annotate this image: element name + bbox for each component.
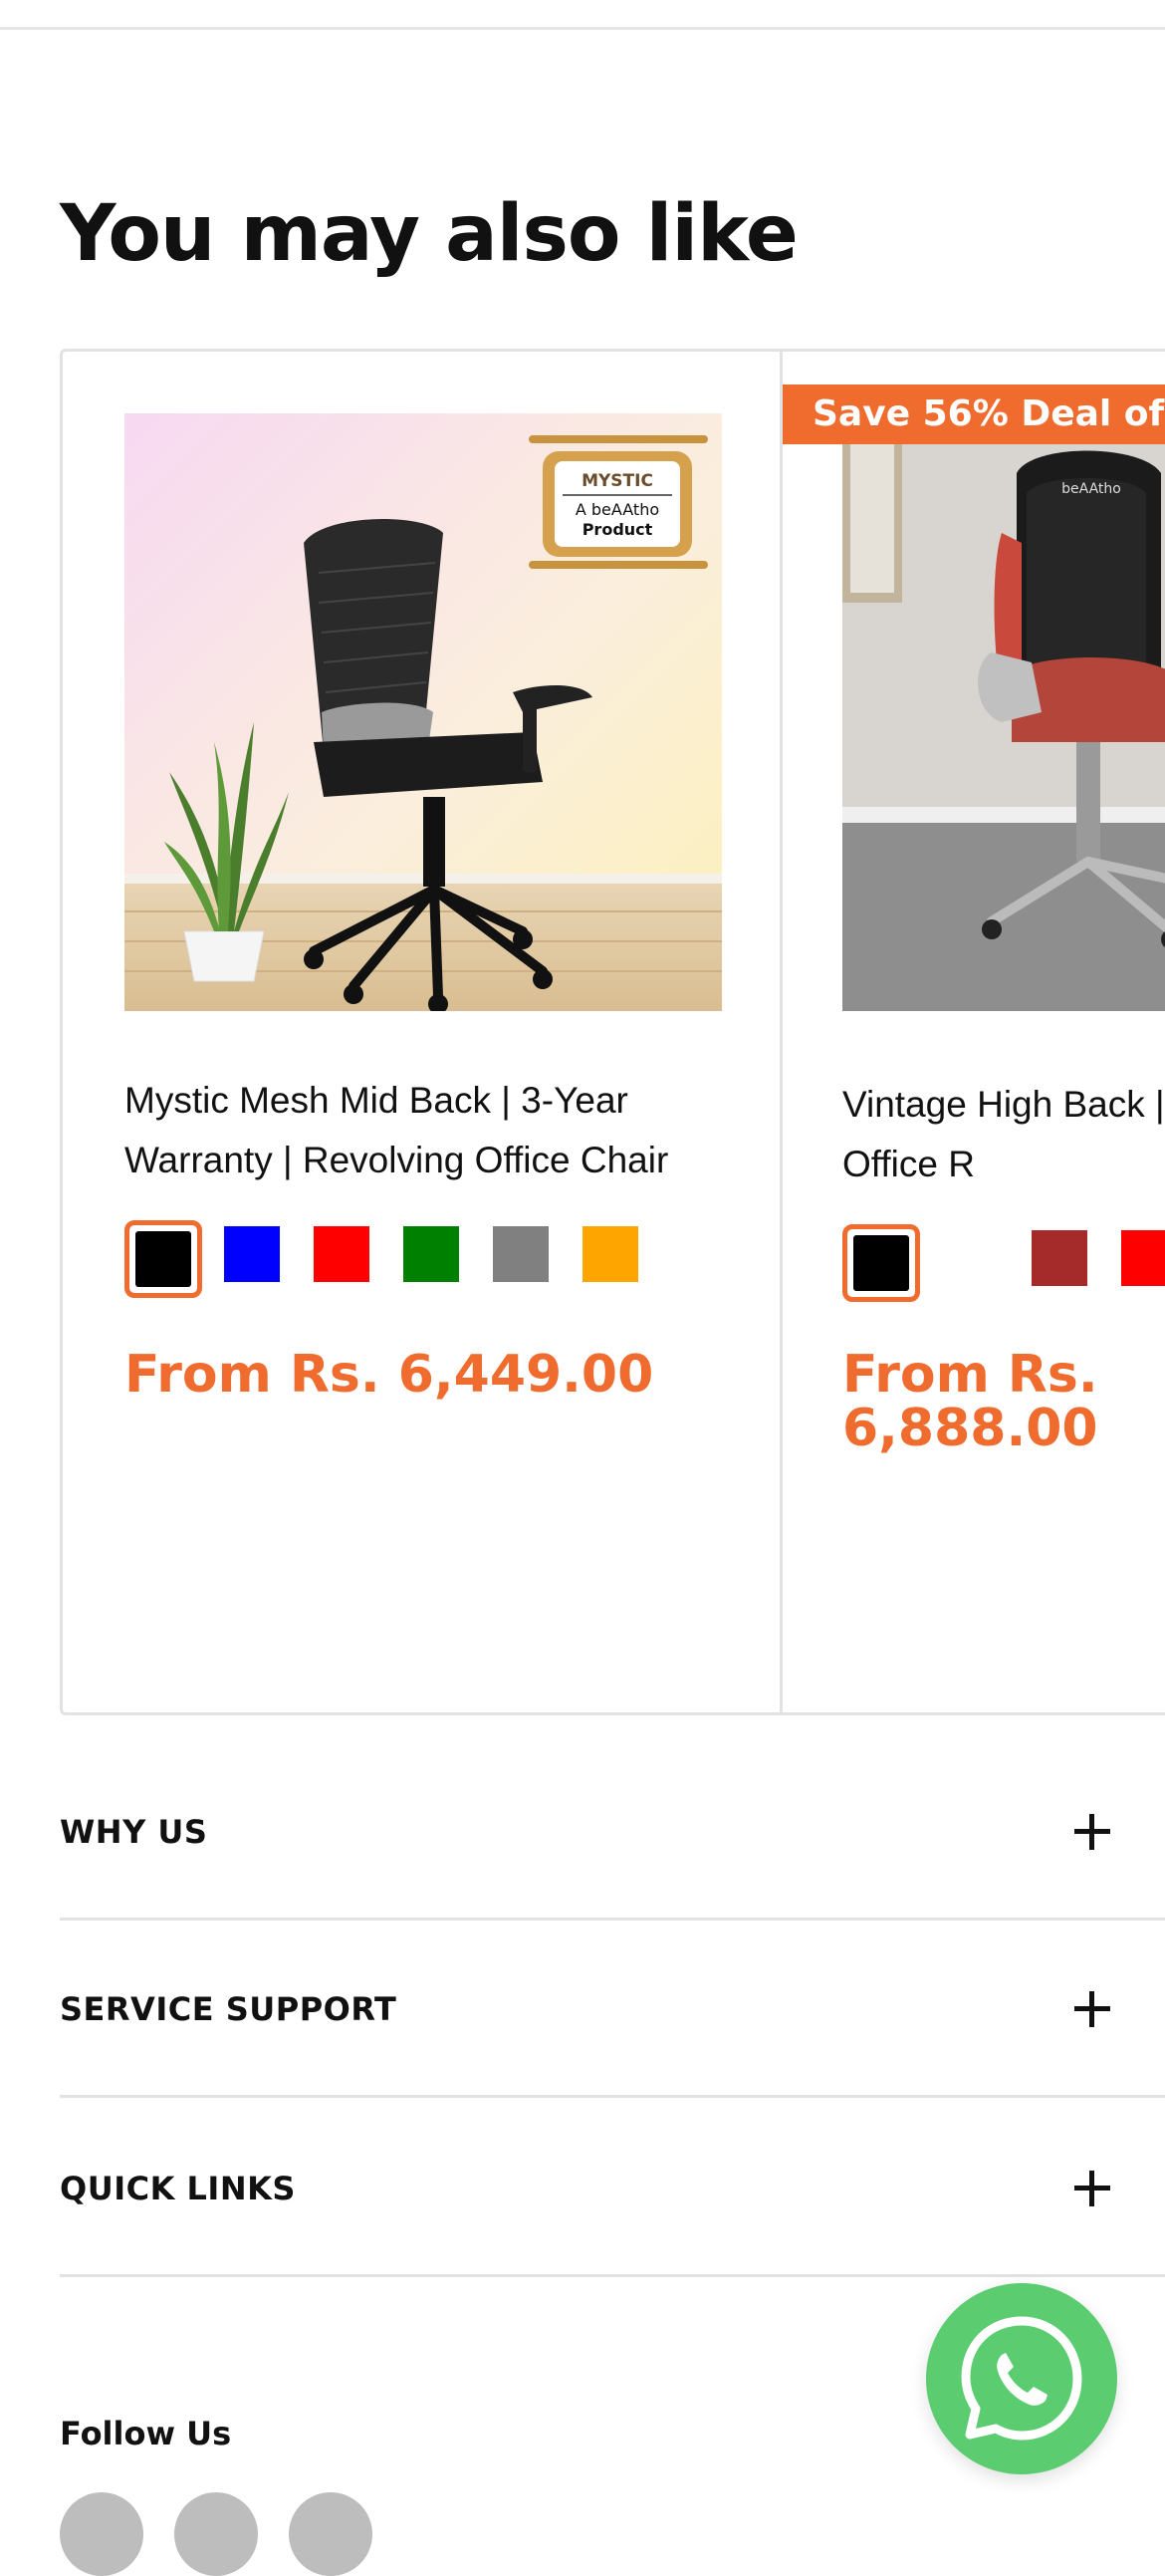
social-icon[interactable] (289, 2492, 372, 2576)
whatsapp-button[interactable] (926, 2283, 1117, 2474)
image-badge-sub-1: A beAAtho (576, 500, 659, 519)
color-swatch-blue[interactable] (224, 1226, 280, 1282)
product-title[interactable]: Vintage High Back | Warranty | Office R (842, 1075, 1165, 1194)
color-swatch-brown[interactable] (1032, 1230, 1087, 1286)
accordion-label: WHY US (60, 1812, 208, 1851)
color-swatch-orange[interactable] (582, 1226, 638, 1282)
accordion-quick-links[interactable]: QUICK LINKS (60, 2102, 1165, 2277)
color-swatch-red[interactable] (1121, 1230, 1165, 1286)
image-badge-text: MYSTIC (582, 471, 653, 491)
plus-icon[interactable] (1074, 1813, 1110, 1850)
accordion-why-us[interactable]: WHY US (60, 1745, 1165, 1921)
product-card[interactable]: Save 56% Deal of the beAAtho (783, 352, 1165, 1712)
color-swatch-red[interactable] (314, 1226, 369, 1282)
product-price: From Rs. 6,888.00 (842, 1348, 1165, 1455)
product-image[interactable]: beAAtho (842, 413, 1165, 1011)
social-icon[interactable] (174, 2492, 258, 2576)
product-price-line-1: From Rs. (842, 1345, 1098, 1405)
color-swatch-black[interactable] (124, 1220, 202, 1298)
product-image[interactable]: MYSTIC A beAAtho Product (124, 413, 722, 1011)
discount-badge: Save 56% Deal of the (783, 385, 1165, 444)
section-title: You may also like (60, 189, 799, 279)
product-carousel[interactable]: MYSTIC A beAAtho Product Mystic Mesh Mid… (60, 349, 1165, 1715)
accordion-service-support[interactable]: SERVICE SUPPORT (60, 1923, 1165, 2098)
top-divider (0, 27, 1165, 30)
color-swatch-black[interactable] (842, 1224, 920, 1302)
product-price: From Rs. 6,449.00 (124, 1345, 654, 1405)
color-swatch-gray[interactable] (493, 1226, 549, 1282)
color-swatch-white[interactable] (942, 1230, 998, 1286)
plus-icon[interactable] (1074, 2170, 1110, 2206)
image-brand-text: beAAtho (1061, 481, 1121, 497)
accordion-label: QUICK LINKS (60, 2169, 296, 2207)
social-icon[interactable] (60, 2492, 143, 2576)
color-swatch-green[interactable] (403, 1226, 459, 1282)
plus-icon[interactable] (1074, 1990, 1110, 2027)
image-badge-sub-2: Product (582, 520, 653, 539)
accordion-label: SERVICE SUPPORT (60, 1989, 397, 2028)
product-price-line-2: 6,888.00 (842, 1399, 1098, 1458)
product-title[interactable]: Mystic Mesh Mid Back | 3-Year Warranty |… (124, 1071, 722, 1190)
whatsapp-icon (961, 2316, 1082, 2441)
follow-us-heading: Follow Us (60, 2415, 232, 2452)
product-card[interactable]: MYSTIC A beAAtho Product Mystic Mesh Mid… (63, 352, 783, 1712)
